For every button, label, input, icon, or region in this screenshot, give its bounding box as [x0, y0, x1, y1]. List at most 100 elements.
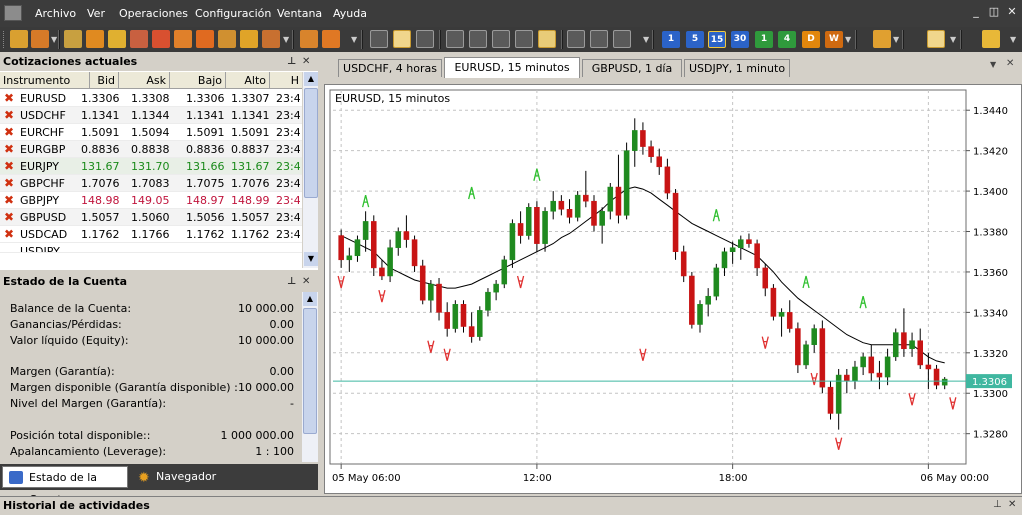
- lock-icon[interactable]: [108, 30, 126, 48]
- toolbar-dropdown-icon[interactable]: ▼: [845, 35, 851, 45]
- col-header-instrumento[interactable]: Instrumento: [0, 72, 90, 89]
- quote-status-icon: ✖: [4, 108, 15, 122]
- app-icon[interactable]: [4, 5, 22, 21]
- col-header-alto[interactable]: Alto: [226, 72, 270, 89]
- timeframe-w1-button[interactable]: W: [825, 31, 843, 48]
- quote-row[interactable]: ✖ EURUSD 1.3306 1.3308 1.3306 1.3307 23:49: [0, 90, 302, 107]
- pencil-icon[interactable]: [130, 30, 148, 48]
- toolbar-dropdown-icon[interactable]: ▼: [51, 35, 57, 45]
- scrollbar-thumb[interactable]: [304, 88, 318, 198]
- col-header-hora[interactable]: H: [270, 72, 302, 89]
- quote-row[interactable]: ✖ GBPCHF 1.7076 1.7083 1.7075 1.7076 23:49: [0, 175, 302, 192]
- timeframe-m1-button[interactable]: 1: [662, 31, 680, 48]
- timeframe-h4-button[interactable]: 4: [778, 31, 796, 48]
- quote-row[interactable]: ✖ EURGBP 0.8836 0.8838 0.8836 0.8837 23:49: [0, 141, 302, 158]
- col-header-bajo[interactable]: Bajo: [170, 72, 226, 89]
- open-positions-icon[interactable]: [31, 30, 49, 48]
- toolbar-dropdown-icon[interactable]: ▼: [950, 35, 956, 45]
- add-indicator-icon[interactable]: [492, 30, 510, 48]
- account-scrollbar[interactable]: ▲: [302, 292, 318, 462]
- line-chart-icon[interactable]: [416, 30, 434, 48]
- tab-gbpusd[interactable]: GBPUSD, 1 día: [582, 59, 682, 77]
- quote-row[interactable]: ✖ USDCHF 1.1341 1.1344 1.1341 1.1341 23:49: [0, 107, 302, 124]
- tab-estado-cuenta[interactable]: Estado de la Cuenta: [2, 466, 128, 506]
- col-header-ask[interactable]: Ask: [119, 72, 170, 89]
- tab-eurusd[interactable]: EURUSD, 15 minutos: [444, 57, 580, 78]
- quote-row[interactable]: ✖ USDCAD 1.1762 1.1766 1.1762 1.1762 23:49: [0, 226, 302, 243]
- account-icon[interactable]: [174, 30, 192, 48]
- pin-icon[interactable]: ⊥: [287, 52, 296, 71]
- toolbar-dropdown-icon[interactable]: ▼: [283, 35, 289, 45]
- quote-row[interactable]: ✖ EURJPY 131.67 131.70 131.66 131.67 23:49: [0, 158, 302, 175]
- quote-time: 23:49: [276, 92, 300, 105]
- timeframe-h1-button[interactable]: 1: [755, 31, 773, 48]
- close-icon[interactable]: ✕: [1006, 58, 1014, 69]
- toolbar-dropdown-icon[interactable]: ▼: [643, 35, 649, 45]
- candle-body: [852, 366, 858, 382]
- tab-navegador[interactable]: ✹ Navegador: [130, 466, 216, 488]
- timeframe-m30-button[interactable]: 30: [731, 31, 749, 48]
- timeframe-m15-button[interactable]: 15: [708, 31, 726, 48]
- candle-body: [599, 211, 605, 226]
- print-icon[interactable]: [322, 30, 340, 48]
- quote-row[interactable]: ✖ GBPUSD 1.5057 1.5060 1.5056 1.5057 23:49: [0, 209, 302, 226]
- pin-icon[interactable]: ⊥: [287, 272, 296, 291]
- mail-icon[interactable]: [218, 30, 236, 48]
- zoom-out-icon[interactable]: [469, 30, 487, 48]
- close-icon[interactable]: ✕: [302, 52, 310, 71]
- menu-archivo[interactable]: Archivo: [35, 0, 76, 27]
- menu-operaciones[interactable]: Operaciones: [119, 0, 188, 27]
- price-tick-label: 1.3380: [973, 228, 1008, 239]
- crosshair-icon[interactable]: [370, 30, 388, 48]
- fibonacci-icon[interactable]: [613, 30, 631, 48]
- scroll-up-icon[interactable]: ▲: [304, 72, 318, 86]
- tab-usdjpy[interactable]: USDJPY, 1 minuto: [684, 59, 790, 77]
- report-icon[interactable]: [196, 30, 214, 48]
- quotes-window-icon[interactable]: [64, 30, 82, 48]
- new-order-icon[interactable]: [10, 30, 28, 48]
- pin-icon[interactable]: ⊥: [993, 499, 1002, 510]
- quotes-vertical-scrollbar[interactable]: ▲ ▼: [302, 72, 318, 268]
- toolbar-dropdown-icon[interactable]: ▼: [1010, 35, 1016, 45]
- restore-icon[interactable]: ◫: [987, 5, 1001, 19]
- settings-gear-icon[interactable]: [86, 30, 104, 48]
- quote-low: 1.1341: [186, 109, 225, 122]
- quote-row[interactable]: ✖ EURCHF 1.5091 1.5094 1.5091 1.5091 23:49: [0, 124, 302, 141]
- journal-icon[interactable]: [262, 30, 280, 48]
- bar-chart-icon[interactable]: [393, 30, 411, 48]
- channel-icon[interactable]: [590, 30, 608, 48]
- trendline-icon[interactable]: [567, 30, 585, 48]
- menu-ver[interactable]: Ver: [87, 0, 105, 27]
- quote-status-icon: ✖: [4, 176, 15, 190]
- close-icon[interactable]: ✕: [1008, 499, 1016, 510]
- zoom-in-icon[interactable]: [446, 30, 464, 48]
- toolbar-dropdown-icon[interactable]: ▼: [893, 35, 899, 45]
- minimize-icon[interactable]: _: [969, 5, 983, 19]
- users-icon[interactable]: [152, 30, 170, 48]
- screenshot-icon[interactable]: [982, 30, 1000, 48]
- quote-row[interactable]: ✖ GBPJPY 148.98 149.05 148.97 148.99 23:49: [0, 192, 302, 209]
- toolbar-dropdown-icon[interactable]: ▼: [351, 35, 357, 45]
- timeframe-m5-button[interactable]: 5: [686, 31, 704, 48]
- price-chart[interactable]: 1.3440 1.3420 1.3400 1.3380 1.3360 1.3340 1.33…: [325, 85, 1021, 493]
- toolbar-grip-icon[interactable]: [3, 31, 6, 48]
- tab-usdchf[interactable]: USDCHF, 4 horas: [338, 59, 442, 77]
- quote-row-partial[interactable]: USDJPY: [0, 243, 302, 253]
- chart-shift-icon[interactable]: [538, 30, 556, 48]
- close-icon[interactable]: ✕: [302, 272, 310, 291]
- menu-ayuda[interactable]: Ayuda: [333, 0, 367, 27]
- alert-icon[interactable]: [240, 30, 258, 48]
- scroll-up-icon[interactable]: ▲: [303, 292, 317, 306]
- cart-icon[interactable]: [300, 30, 318, 48]
- close-icon[interactable]: ✕: [1005, 5, 1019, 19]
- cursor-icon[interactable]: [927, 30, 945, 48]
- template-icon[interactable]: [873, 30, 891, 48]
- timeframe-d1-button[interactable]: D: [802, 31, 820, 48]
- scroll-down-icon[interactable]: ▼: [304, 252, 318, 266]
- auto-scroll-icon[interactable]: [515, 30, 533, 48]
- scrollbar-thumb[interactable]: [303, 308, 317, 434]
- menu-configuracion[interactable]: Configuración: [195, 0, 271, 27]
- col-header-bid[interactable]: Bid: [90, 72, 119, 89]
- menu-ventana[interactable]: Ventana: [277, 0, 322, 27]
- chart-tabs-menu-icon[interactable]: ▼: [990, 60, 996, 69]
